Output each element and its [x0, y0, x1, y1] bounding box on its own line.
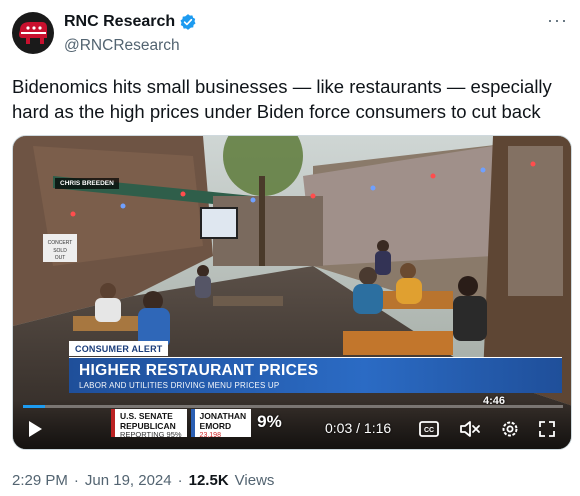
settings-icon[interactable] [498, 418, 522, 440]
current-time: 0:03 [325, 420, 353, 436]
verified-badge-icon [180, 14, 196, 30]
ticker-candidate-first: JONATHAN [199, 411, 247, 421]
mute-icon[interactable] [458, 418, 482, 440]
video-progress-fill [23, 405, 45, 408]
post-time[interactable]: 2:29 PM [12, 472, 68, 489]
headline-bar: HIGHER RESTAURANT PRICES LABOR AND UTILI… [69, 357, 562, 393]
video-progress-bar[interactable] [23, 405, 563, 408]
video-subline: LABOR AND UTILITIES DRIVING MENU PRICES … [79, 381, 280, 390]
ticker-candidate-box: JONATHAN EMORD 23,198 [190, 409, 252, 439]
fullscreen-icon[interactable] [535, 418, 559, 440]
svg-text:CONCERT: CONCERT [48, 240, 73, 246]
post-date[interactable]: Jun 19, 2024 [85, 472, 172, 489]
ticker-reporting: REPORTING 95% [120, 430, 182, 439]
ticker-race: U.S. SENATE [120, 411, 173, 421]
svg-text:CC: CC [424, 427, 434, 434]
video-timecode: 0:03 / 1:16 [325, 420, 391, 436]
more-options-icon[interactable]: ··· [547, 10, 568, 30]
elephant-logo-icon [19, 22, 47, 44]
news-lower-third: CONSUMER ALERT HIGHER RESTAURANT PRICES … [69, 339, 562, 393]
account-name-row: RNC Research [64, 13, 197, 31]
election-ticker: U.S. SENATE REPUBLICAN REPORTING 95% JON… [111, 409, 282, 439]
avatar[interactable] [12, 12, 54, 54]
consumer-alert-label: CONSUMER ALERT [69, 341, 169, 356]
video-headline: HIGHER RESTAURANT PRICES [79, 362, 319, 379]
svg-text:OUT: OUT [55, 255, 66, 261]
ticker-votes: 23,198 [199, 432, 221, 439]
reporter-name-tag: CHRIS BREEDEN [55, 178, 119, 189]
ticker-percent: 9% [257, 412, 282, 431]
tweet-text: Bidenomics hits small businesses — like … [12, 76, 552, 122]
video-player[interactable]: CONCERT SOLD OUT CHRIS BREEDEN CONSUMER … [12, 135, 572, 450]
play-icon[interactable] [23, 418, 47, 440]
time-separator: / [356, 420, 361, 436]
captions-icon[interactable]: CC [417, 418, 441, 440]
account-name[interactable]: RNC Research [64, 13, 175, 31]
ticker-candidate-last: EMORD [199, 420, 232, 431]
meta-separator: · [73, 472, 79, 489]
ticker-race-box: U.S. SENATE REPUBLICAN REPORTING 95% [111, 409, 187, 439]
tweet-card: RNC Research @RNCResearch ··· Bidenomics… [0, 0, 580, 496]
views-label: Views [234, 472, 275, 489]
svg-text:SOLD: SOLD [53, 248, 67, 254]
meta-separator-2: · [177, 472, 183, 489]
account-handle[interactable]: @RNCResearch [64, 37, 180, 55]
duration: 1:16 [363, 420, 392, 436]
tweet-meta: 2:29 PM · Jun 19, 2024 · 12.5K Views [12, 472, 274, 489]
views-count: 12.5K [188, 472, 229, 489]
ticker-party: REPUBLICAN [120, 420, 176, 431]
